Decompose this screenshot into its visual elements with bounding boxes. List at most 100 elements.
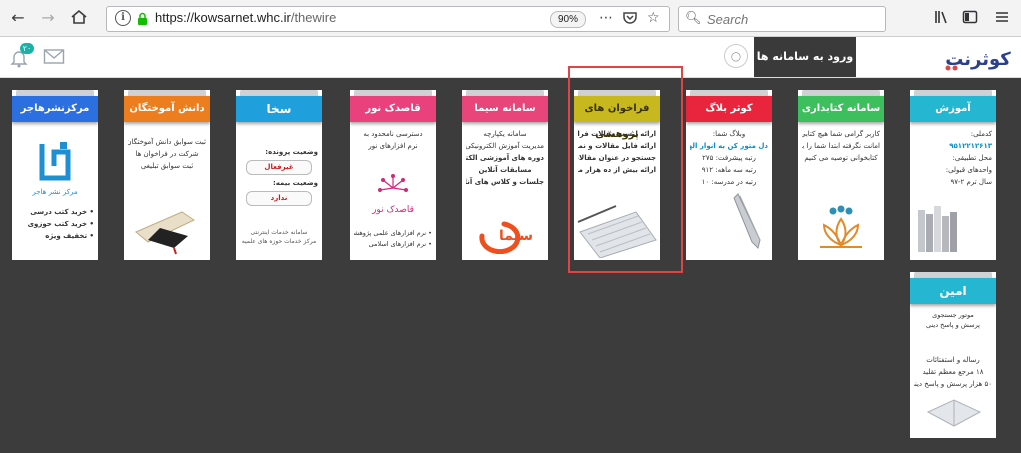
insurance-status: ندارد <box>246 191 312 206</box>
card-line: ارائه لیست مقالات فراخوانها <box>578 130 656 138</box>
card-body: ارائه لیست مقالات فراخوانها ارائه فایل م… <box>578 128 656 176</box>
card-line: دسترسی نامحدود به <box>363 130 423 138</box>
card-line: • تخفیف ویژه <box>45 232 94 240</box>
books-icon <box>918 206 957 252</box>
login-to-systems-button[interactable]: ورود به سامانه ها ▾ <box>754 37 856 103</box>
card-line: جلسات و کلاس های آنلاین <box>466 178 544 186</box>
graduation-cap-icon <box>135 211 196 255</box>
card-line: مسابقات آنلاین <box>478 166 532 174</box>
forward-icon[interactable]: → <box>38 8 58 28</box>
lock-icon <box>138 12 147 25</box>
card-line: ۵۰ هزار پرسش و پاسخ دینی <box>914 380 992 388</box>
card-amoozesh[interactable]: آموزش کدملی: ۹۵۱۲۲۱۲۶۱۳ محل تطبیقی: واحد… <box>910 90 996 260</box>
book-icon <box>926 399 982 427</box>
mail-icon[interactable] <box>43 47 65 65</box>
card-research-calls[interactable]: فراخوان های پژوهشی ارائه لیست مقالات فر ا… <box>574 90 660 260</box>
card-title: دانش آموختگان <box>124 96 210 122</box>
dandelion-logo: قاصدک نور <box>371 174 414 215</box>
url-text: https://kowsarnet.whc.ir/thewire <box>155 10 336 25</box>
card-line: ارائه بیش از ده هزار مقاله <box>578 166 656 174</box>
card-title: مرکزنشرهاجر <box>12 96 98 122</box>
login-label: ورود به سامانه ها <box>756 50 854 63</box>
url-path: /thewire <box>290 10 337 25</box>
file-status: غیرفعال <box>246 160 312 175</box>
browser-search-box[interactable]: 🔍︎ <box>678 6 886 32</box>
search-icon: 🔍︎ <box>685 11 702 26</box>
browser-search-input[interactable] <box>705 9 879 29</box>
card-line: شرکت در فراخوان ها <box>135 150 199 158</box>
card-line: رساله و استفتائات <box>926 356 980 364</box>
card-line: ارائه فایل مقالات و نمایه ها <box>578 142 656 150</box>
card-body: موتور جستجوی پرسش و پاسخ دینی <box>914 310 992 330</box>
card-library-system[interactable]: سامانه کتابداری کاربر گرامی شما هیچ کتاب… <box>798 90 884 260</box>
sima-logo-text: سیما <box>499 228 533 244</box>
card-line: • نرم افزارهای علمی پژوهشی <box>354 229 432 237</box>
card-line: ثبت سوابق دانش آموختگان <box>128 138 206 146</box>
keyboard-icon <box>577 205 657 258</box>
url-host: https://kowsarnet.whc.ir <box>155 10 291 25</box>
notification-badge: ۲۰ <box>20 43 34 54</box>
lotus-icon <box>820 205 862 248</box>
card-body: • خرید کتب درسی • خرید کتب حوزوی • تخفیف… <box>16 206 94 242</box>
card-line: ۱۸ مرجع معظم تقلید <box>922 368 984 376</box>
card-line: دوره های آموزشی الکترونیکی <box>466 154 544 162</box>
card-line: رتبه سه ماهه: ۹۱۲ <box>701 166 757 174</box>
card-body: وبلاگ شما: دل متور کن به انوار الهی رتبه… <box>690 128 768 188</box>
card-kowsar-blog[interactable]: کوثر بلاگ وبلاگ شما: دل متور کن به انوار… <box>686 90 772 260</box>
card-line: مرکز خدمات حوزه های علمیه <box>241 238 317 245</box>
card-features: • نرم افزارهای علمی پژوهشی • نرم افزارها… <box>354 228 432 250</box>
card-body-2: رساله و استفتائات ۱۸ مرجع معظم تقلید ۵۰ … <box>914 354 992 390</box>
home-icon[interactable] <box>70 8 90 28</box>
pencil-icon <box>733 193 761 249</box>
card-line: جستجو در عنوان مقالات <box>578 154 656 162</box>
pocket-icon[interactable] <box>623 10 637 25</box>
site-info-icon[interactable]: i <box>115 10 131 26</box>
card-title: سامانه سیما <box>462 96 548 122</box>
card-title: فراخوان های پژوهشی <box>574 96 660 140</box>
card-line: محل تطبیقی: <box>952 154 992 162</box>
ghasedak-logo-text: قاصدک نور <box>371 204 414 215</box>
bookmark-star-icon[interactable]: ☆ <box>647 10 660 26</box>
card-line: سامانه یکپارچه <box>483 130 527 138</box>
card-amin[interactable]: امین موتور جستجوی پرسش و پاسخ دینی رساله… <box>910 272 996 438</box>
card-body: کاربر گرامی شما هیچ کتابی امانت نگرفته ا… <box>802 128 880 164</box>
card-line: وضعیت پرونده: <box>265 148 318 156</box>
card-title: کوثر بلاگ <box>686 96 772 122</box>
card-line: ثبت سوابق تبلیغی <box>140 162 194 170</box>
hajar-logo-text: مرکز نشر هاجر <box>31 188 78 196</box>
card-title: سامانه کتابداری <box>798 96 884 122</box>
card-title: امین <box>910 278 996 304</box>
card-line: پرسش و پاسخ دینی <box>926 321 980 329</box>
card-line: رتبه در مدرسه: ۱۰ <box>701 178 757 186</box>
card-footer: سامانه خدمات اینترنتی مرکز خدمات حوزه ها… <box>240 228 318 246</box>
card-sakha[interactable]: سخا وضعیت پرونده: غیرفعال وضعیت بیمه: ند… <box>236 90 322 260</box>
back-icon[interactable]: ← <box>8 8 28 28</box>
card-ghasedak-noor[interactable]: قاصدک نور دسترسی نامحدود به نرم افزارهای… <box>350 90 436 260</box>
blog-name[interactable]: دل متور کن به انوار الهی <box>690 140 768 152</box>
url-bar[interactable]: i https://kowsarnet.whc.ir/thewire 90% ⋯… <box>106 6 670 32</box>
zoom-indicator[interactable]: 90% <box>550 11 586 28</box>
card-line: واحدهای قبولی: <box>945 166 992 174</box>
site-header: ۲۰ ○ ورود به سامانه ها ▾ کوثرنت <box>0 37 1021 103</box>
menu-icon[interactable] <box>994 9 1010 25</box>
card-alumni[interactable]: دانش آموختگان ثبت سوابق دانش آموختگان شر… <box>124 90 210 260</box>
library-icon[interactable] <box>934 9 950 25</box>
sidebar-icon[interactable] <box>962 9 978 25</box>
card-body: سامانه یکپارچه مدیریت آموزش الکترونیکی د… <box>466 128 544 188</box>
card-line: وبلاگ شما: <box>712 130 746 138</box>
card-title: قاصدک نور <box>350 96 436 122</box>
card-line: نرم افزارهای نور <box>368 142 418 150</box>
more-actions-icon[interactable]: ⋯ <box>599 10 613 26</box>
card-sima-system[interactable]: سامانه سیما سامانه یکپارچه مدیریت آموزش … <box>462 90 548 260</box>
site-search-icon[interactable]: ○ <box>724 44 748 68</box>
national-code: ۹۵۱۲۲۱۲۶۱۳ <box>949 142 992 150</box>
card-line: امانت نگرفته ابتدا شما را به <box>802 142 880 150</box>
card-hajar-publishing[interactable]: مرکزنشرهاجر مرکز نشر هاجر • خرید کتب درس… <box>12 90 98 260</box>
card-title: آموزش <box>910 96 996 122</box>
card-line: رتبه پیشرفت: ۲۷۵ <box>702 154 756 162</box>
site-logo[interactable]: کوثرنت <box>940 41 1016 75</box>
card-title: سخا <box>236 96 322 122</box>
card-body: کدملی: ۹۵۱۲۲۱۲۶۱۳ محل تطبیقی: واحدهای قب… <box>914 128 992 188</box>
card-line: • خرید کتب حوزوی <box>27 220 94 228</box>
card-body: دسترسی نامحدود به نرم افزارهای نور <box>354 128 432 152</box>
